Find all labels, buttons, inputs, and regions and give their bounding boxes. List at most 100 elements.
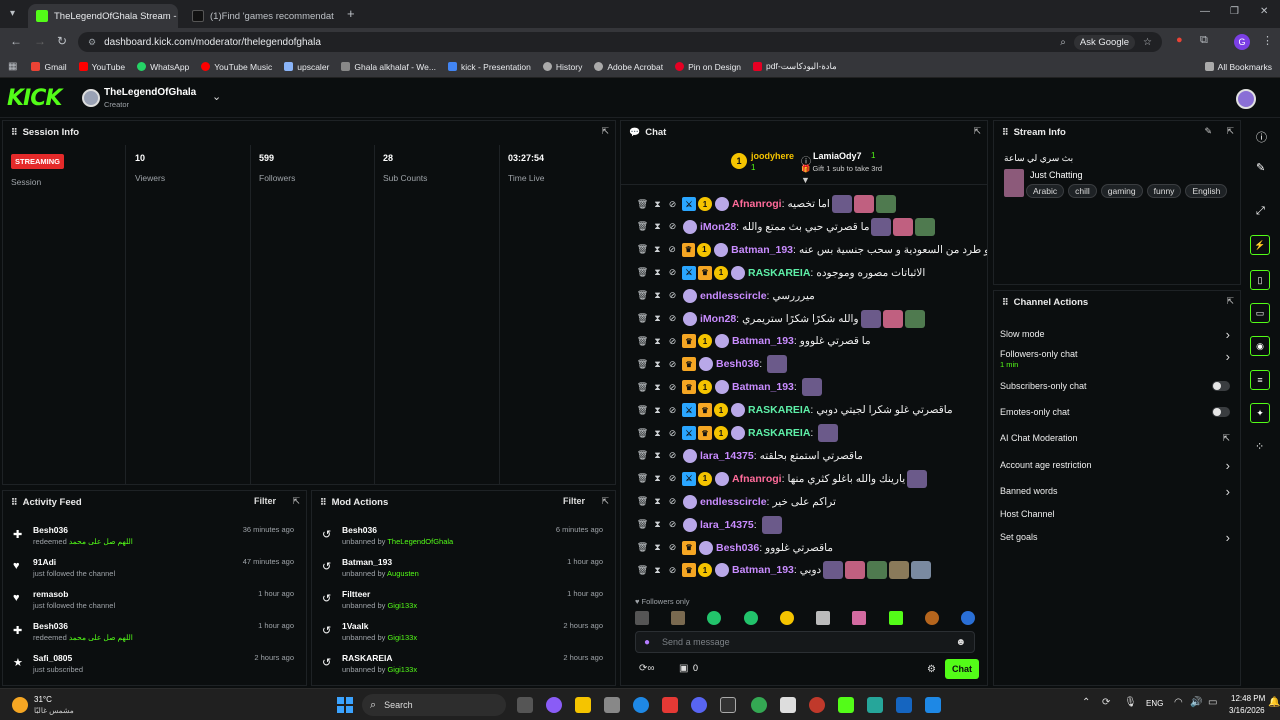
delete-icon[interactable]: 🗑 bbox=[635, 382, 650, 393]
gift-icon[interactable]: ▣ bbox=[679, 663, 688, 674]
ban-icon[interactable]: ⊘ bbox=[665, 496, 680, 507]
app-icon[interactable] bbox=[662, 697, 678, 713]
obs-icon[interactable] bbox=[809, 697, 825, 713]
item-by[interactable]: Gigi133x bbox=[387, 665, 417, 674]
timeout-icon[interactable]: ⧗ bbox=[650, 519, 665, 530]
emotes-only-toggle[interactable] bbox=[1212, 407, 1230, 417]
ban-icon[interactable]: ⊘ bbox=[665, 428, 680, 439]
timeout-icon[interactable]: ⧗ bbox=[650, 542, 665, 553]
item-name[interactable]: Besh036 bbox=[33, 525, 68, 535]
chat-username[interactable]: Afnanrogi bbox=[732, 198, 782, 210]
delete-icon[interactable]: 🗑 bbox=[635, 199, 650, 210]
delete-icon[interactable]: 🗑 bbox=[635, 542, 650, 553]
ban-icon[interactable]: ⊘ bbox=[665, 313, 680, 324]
taskbar-search[interactable]: ⌕ Search bbox=[362, 694, 506, 716]
emote-icon[interactable] bbox=[779, 611, 794, 625]
bookmark-star-icon[interactable]: ☆ bbox=[1143, 37, 1152, 48]
item-name[interactable]: 1Vaalk bbox=[342, 621, 368, 631]
channel-avatar[interactable] bbox=[82, 89, 100, 107]
chat-username[interactable]: iMon28 bbox=[700, 313, 736, 325]
back-icon[interactable]: ← bbox=[10, 34, 22, 48]
tray-app-icon[interactable]: ⟳ bbox=[1102, 697, 1110, 708]
mod-filter-button[interactable]: Filter bbox=[563, 496, 585, 506]
wifi-icon[interactable]: ◠ bbox=[1174, 697, 1183, 708]
ask-google-button[interactable]: Ask Google bbox=[1073, 34, 1136, 50]
chat-username[interactable]: iMon28 bbox=[700, 221, 736, 233]
timeout-icon[interactable]: ⧗ bbox=[650, 199, 665, 210]
popout-icon[interactable]: ⇱ bbox=[973, 126, 981, 137]
emote-icon[interactable] bbox=[635, 611, 649, 625]
ban-icon[interactable]: ⊘ bbox=[665, 267, 680, 278]
delete-icon[interactable]: 🗑 bbox=[635, 565, 650, 576]
popout-icon[interactable]: ⇱ bbox=[292, 496, 300, 507]
account-age-row[interactable]: Account age restriction › bbox=[1000, 456, 1230, 474]
quick-action-tools-icon[interactable]: ✦ bbox=[1250, 403, 1270, 423]
ban-icon[interactable]: ⊘ bbox=[665, 290, 680, 301]
bookmark-item[interactable]: YouTube bbox=[78, 62, 125, 72]
bookmark-item[interactable]: upscaler bbox=[284, 62, 329, 72]
address-bar[interactable]: ⚙ dashboard.kick.com/moderator/thelegend… bbox=[78, 32, 1162, 52]
delete-icon[interactable]: 🗑 bbox=[635, 290, 650, 301]
bookmark-item[interactable]: Adobe Acrobat bbox=[594, 62, 663, 72]
new-tab-icon[interactable]: + bbox=[347, 6, 355, 21]
item-by[interactable]: TheLegendOfGhala bbox=[387, 537, 453, 546]
chevron-down-icon[interactable]: ⌄ bbox=[212, 90, 221, 103]
item-by[interactable]: Augusten bbox=[387, 569, 419, 578]
chat-username[interactable]: endlesscircle bbox=[700, 496, 767, 508]
timeout-icon[interactable]: ⧗ bbox=[650, 450, 665, 461]
quick-action-page-icon[interactable]: ▯ bbox=[1250, 270, 1270, 290]
item-by[interactable]: Gigi133x bbox=[387, 601, 417, 610]
delete-icon[interactable]: 🗑 bbox=[635, 450, 650, 461]
ban-icon[interactable]: ⊘ bbox=[665, 199, 680, 210]
user-avatar[interactable] bbox=[1236, 89, 1256, 109]
ban-icon[interactable]: ⊘ bbox=[665, 382, 680, 393]
timeout-icon[interactable]: ⧗ bbox=[650, 382, 665, 393]
emote-icon[interactable] bbox=[888, 611, 903, 625]
mic-icon[interactable]: ● bbox=[644, 637, 650, 648]
edge-icon[interactable] bbox=[633, 697, 649, 713]
emote-icon[interactable] bbox=[852, 611, 867, 625]
kick-logo[interactable]: KICK bbox=[7, 86, 62, 111]
reload-icon[interactable]: ↻ bbox=[57, 34, 67, 48]
ban-icon[interactable]: ⊘ bbox=[665, 473, 680, 484]
tray-overflow-icon[interactable]: ⌃ bbox=[1082, 697, 1090, 708]
timeout-icon[interactable]: ⧗ bbox=[650, 496, 665, 507]
close-window-icon[interactable]: ✕ bbox=[1260, 6, 1268, 17]
emote-icon[interactable] bbox=[707, 611, 722, 625]
ban-icon[interactable]: ⊘ bbox=[665, 565, 680, 576]
info-icon[interactable]: ⓘ bbox=[1256, 129, 1267, 145]
discord-icon[interactable] bbox=[691, 697, 707, 713]
popout-icon[interactable]: ⇱ bbox=[1226, 296, 1234, 307]
volume-icon[interactable]: 🔊 bbox=[1190, 697, 1202, 708]
chat-username[interactable]: endlesscircle bbox=[700, 290, 767, 302]
ban-icon[interactable]: ⊘ bbox=[665, 519, 680, 530]
channel-name[interactable]: TheLegendOfGhala bbox=[104, 87, 196, 98]
timeout-icon[interactable]: ⧗ bbox=[650, 313, 665, 324]
app-icon[interactable] bbox=[604, 697, 620, 713]
forward-icon[interactable]: → bbox=[34, 34, 46, 48]
tab-kick-stream[interactable]: TheLegendOfGhala Stream - Ki ✕ bbox=[28, 4, 178, 28]
timeout-icon[interactable]: ⧗ bbox=[650, 290, 665, 301]
bookmark-item[interactable]: YouTube Music bbox=[201, 62, 272, 72]
delete-icon[interactable]: 🗑 bbox=[635, 519, 650, 530]
group-icon[interactable]: ⁘ bbox=[1255, 440, 1264, 453]
chat-send-button[interactable]: Chat bbox=[945, 659, 979, 679]
bookmark-item[interactable]: Ghala alkhalaf - We... bbox=[341, 62, 436, 72]
tab-tiktok[interactable]: (1)Find 'games recommendati ✕ bbox=[184, 4, 334, 28]
item-name[interactable]: Besh036 bbox=[33, 621, 68, 631]
quick-action-bolt-icon[interactable]: ⚡ bbox=[1250, 235, 1270, 255]
ban-icon[interactable]: ⊘ bbox=[665, 244, 680, 255]
all-bookmarks[interactable]: All Bookmarks bbox=[1204, 62, 1272, 72]
delete-icon[interactable]: 🗑 bbox=[635, 428, 650, 439]
ban-icon[interactable]: ⊘ bbox=[665, 405, 680, 416]
timeout-icon[interactable]: ⧗ bbox=[650, 359, 665, 370]
menu-kebab-icon[interactable]: ⋮ bbox=[1262, 34, 1273, 47]
chat-username[interactable]: RASKAREIA bbox=[748, 427, 810, 439]
chrome-icon[interactable] bbox=[751, 697, 767, 713]
gifter-2-name[interactable]: LamiaOdy7 bbox=[813, 151, 862, 161]
popout-icon[interactable]: ⇱ bbox=[1226, 126, 1234, 137]
chat-username[interactable]: Batman_193 bbox=[732, 381, 794, 393]
clock-date[interactable]: 3/16/2026 bbox=[1229, 706, 1265, 715]
quick-action-broadcast-icon[interactable]: ◉ bbox=[1250, 336, 1270, 356]
item-name[interactable]: RASKAREIA bbox=[342, 653, 393, 663]
